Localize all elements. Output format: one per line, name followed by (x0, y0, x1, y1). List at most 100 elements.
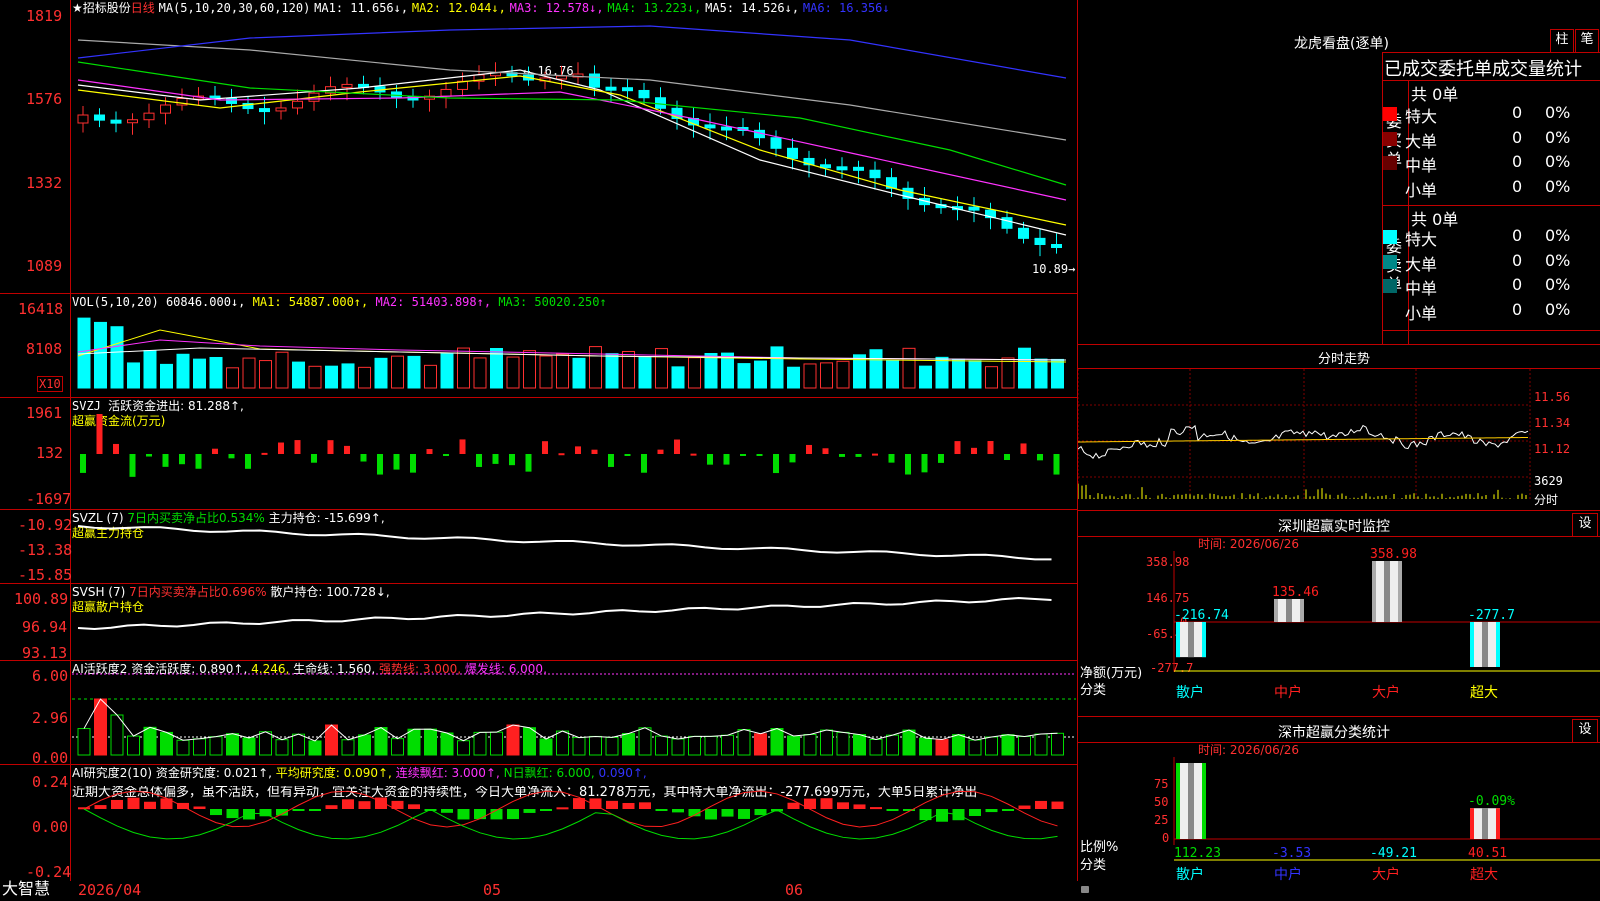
buy-total: 共 0单 (1411, 85, 1459, 104)
volume-bar (820, 362, 833, 389)
flow-bar (344, 445, 350, 454)
volume-bar (457, 347, 470, 389)
flow-bar (426, 449, 433, 454)
flow-bar (443, 454, 449, 456)
candle (853, 166, 864, 171)
volume-bar (589, 346, 602, 389)
activity-bar (539, 738, 553, 756)
legend-swatch-buy (1383, 131, 1397, 146)
vol-ma3-line (77, 347, 1067, 361)
candlestick-chart[interactable] (0, 0, 1078, 294)
volume-bar (110, 326, 124, 389)
volume-panel[interactable]: VOL(5,10,20) 60846.000↓, MA1: 54887.000↑… (0, 294, 1078, 398)
activity-chart[interactable] (0, 661, 1078, 765)
intraday-panel[interactable]: 分时走势 11.56 11.34 11.12 3629 分时 (1078, 344, 1600, 510)
volume-bar (886, 359, 899, 389)
flow-bar (245, 454, 251, 469)
row-pct: 0% (1545, 127, 1571, 147)
research-bar (672, 809, 684, 813)
flow-bar (872, 453, 878, 456)
volume-bar (671, 366, 685, 389)
candle (391, 91, 402, 98)
research-bar (606, 800, 618, 809)
volume-bar (407, 355, 421, 389)
flow-bar (756, 454, 763, 456)
volume-bar (424, 364, 437, 389)
divider (1382, 52, 1383, 344)
main-force-chart[interactable] (0, 510, 1078, 584)
app-name[interactable]: 大智慧 (2, 881, 50, 897)
bottom-axis: 大智慧 2026/04 05 06 (0, 881, 1089, 900)
research-bar (210, 809, 222, 816)
bar-shade (1188, 622, 1194, 658)
research-chart[interactable] (0, 765, 1078, 883)
activity-bar (457, 740, 470, 756)
volume-bar (473, 357, 487, 389)
flow-bar (278, 442, 284, 454)
flow-bar (212, 448, 218, 454)
volume-bar (605, 353, 619, 389)
research-bar (226, 809, 239, 819)
research-bar (705, 809, 717, 820)
volume-bar (325, 365, 338, 389)
divider (1382, 52, 1600, 53)
bar-shade (1482, 622, 1488, 667)
activity-bar (473, 731, 487, 756)
retail-chart[interactable] (0, 584, 1078, 661)
date-label: 2026/04 (78, 881, 142, 899)
flow-bar (1037, 454, 1043, 461)
activity-bar (638, 727, 652, 756)
pen-mode-button[interactable]: 笔 (1575, 29, 1599, 53)
activity-bar (688, 735, 701, 756)
classify-bar-chart[interactable]: 112.23 -3.53 -49.21 40.51 -0.09% 散户 中户 大户 超大 (1078, 717, 1600, 901)
ai-research-panel[interactable]: AI研究度2(10) 资金研究度: 0.021↑, 平均研究度: 0.090↑,… (0, 765, 1078, 883)
legend-swatch-sell (1383, 254, 1397, 269)
volume-chart[interactable] (0, 294, 1078, 398)
ai-active-panel[interactable]: AI活跃度2 资金活跃度: 0.890↑, 4.246, 生命线: 1.560,… (0, 661, 1078, 766)
activity-bar (1001, 734, 1015, 756)
bar-edge (1470, 622, 1474, 667)
research-bar (523, 809, 536, 813)
research-bar (457, 809, 470, 820)
volume-bar (127, 362, 140, 389)
vol-ma1-line (77, 329, 1067, 363)
row-pct: 0% (1545, 275, 1571, 294)
svzl-panel[interactable]: SVZL (7) 7日内买卖净占比0.534% 主力持仓: -15.699↑, … (0, 510, 1078, 584)
bar-edge (1202, 763, 1206, 839)
flow-bar (575, 446, 581, 454)
category-label: 散户 (1176, 684, 1204, 701)
flow-bar (195, 454, 202, 469)
svzj-panel[interactable]: SVZJ 活跃资金进出: 81.288↑, 超赢资金流(万元) 1961 132… (0, 398, 1078, 510)
research-bar (441, 809, 453, 813)
category-label: 大户 (1372, 684, 1400, 701)
activity-bar (721, 734, 734, 756)
monitor-panel[interactable]: 深圳超赢实时监控 设 时间: 2026/06/26 358.98 146.75 … (1078, 510, 1600, 717)
research-bar (127, 797, 140, 809)
flow-bar (1053, 454, 1060, 475)
volume-bar (919, 365, 932, 389)
activity-bar (292, 733, 305, 756)
research-bar (985, 809, 998, 813)
dragon-title: 龙虎看盘(逐单) (1294, 36, 1389, 52)
activity-bar (754, 733, 767, 756)
svsh-panel[interactable]: SVSH (7) 7日内买卖净占比0.696% 散户持仓: 100.728↓, … (0, 584, 1078, 661)
research-bar (309, 809, 321, 811)
research-bar (969, 809, 981, 817)
extra-label: -0.09% (1468, 794, 1515, 809)
main-chart-panel[interactable]: ★招标股份日线 MA(5,10,20,30,60,120) MA1: 11.65… (0, 0, 1078, 294)
bar-edge (1496, 808, 1500, 839)
flow-bar (96, 414, 103, 454)
legend-swatch-buy (1383, 156, 1397, 170)
classify-panel[interactable]: 深市超赢分类统计 设 时间: 2026/06/26 75 50 25 0 比例%… (1078, 716, 1600, 901)
activity-bar (1018, 736, 1031, 756)
monitor-bar-chart[interactable]: -216.74 135.46 358.98 -277.7 散户 中户 大户 超大 (1078, 511, 1600, 717)
intraday-chart[interactable] (1078, 344, 1600, 510)
flow-bar (1020, 443, 1027, 454)
activity-bar (440, 732, 454, 756)
bar-mode-button[interactable]: 柱 (1550, 29, 1574, 53)
fund-flow-chart[interactable] (0, 398, 1078, 510)
activity-bar (803, 733, 817, 756)
value-label: -216.74 (1174, 608, 1229, 623)
flow-bar (327, 440, 334, 454)
research-bar (936, 809, 948, 822)
